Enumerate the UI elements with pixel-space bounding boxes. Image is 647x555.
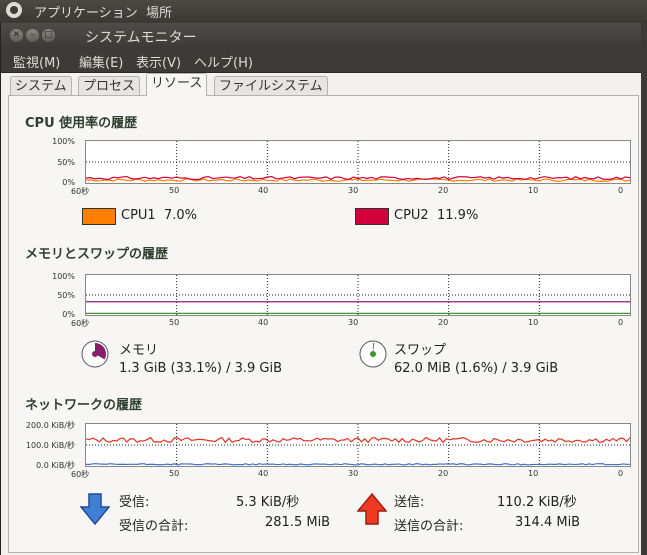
network-history-graph (85, 423, 631, 467)
receive-total-value: 281.5 MiB (265, 515, 331, 530)
cpu2-color-swatch[interactable] (355, 208, 389, 225)
memory-label: メモリ (119, 343, 159, 358)
cpu1-label: CPU1 (121, 208, 156, 223)
resources-panel: CPU 使用率の履歴 100% 50% 0% 60秒 50 40 30 20 1… (8, 95, 639, 553)
tab-filesystems[interactable]: ファイルシステム (214, 76, 328, 96)
menu-view[interactable]: 表示(V) (136, 52, 181, 71)
mem-x-tick: 40 (258, 318, 269, 327)
menu-bar: 監視(M) 編集(E) 表示(V) ヘルプ(H) (1, 48, 641, 73)
mem-y-tick: 100% (52, 272, 75, 281)
send-total-value: 314.4 MiB (515, 515, 581, 530)
network-history-title: ネットワークの履歴 (25, 398, 143, 413)
cpu-y-tick: 50% (57, 158, 75, 167)
cpu-x-tick: 30 (348, 186, 359, 195)
window-title: システムモニター (85, 30, 197, 46)
net-x-tick: 0 (618, 469, 624, 478)
swap-label: スワップ (394, 343, 447, 358)
system-monitor-window: ✕ – □ システムモニター 監視(M) 編集(E) 表示(V) ヘルプ(H) … (0, 23, 641, 555)
pie-center (92, 351, 98, 357)
send-total-label: 送信の合計: (394, 519, 464, 534)
net-x-tick: 30 (348, 469, 359, 478)
net-y-tick: 100.0 KiB/秒 (25, 441, 75, 450)
mem-y-tick: 50% (57, 291, 75, 300)
mem-x-tick: 50 (169, 318, 180, 327)
receive-arrow-icon[interactable] (80, 493, 110, 525)
minimize-icon[interactable]: – (26, 29, 39, 42)
mem-x-tick: 10 (528, 318, 539, 327)
tab-system[interactable]: システム (10, 76, 72, 96)
receive-total-label: 受信の合計: (119, 519, 189, 534)
memory-history-lines (86, 275, 630, 315)
net-x-tick: 40 (258, 469, 269, 478)
cpu2-value: 11.9% (437, 208, 479, 223)
memory-value: 1.3 GiB (33.1%) / 3.9 GiB (119, 361, 283, 376)
cpu-x-tick: 20 (438, 186, 449, 195)
places-menu[interactable]: 場所 (146, 2, 172, 21)
menu-edit[interactable]: 編集(E) (79, 52, 123, 71)
send-label: 送信: (394, 495, 425, 510)
cpu-x-tick: 60秒 (71, 187, 90, 196)
cpu-x-tick: 0 (618, 186, 624, 195)
net-x-tick: 20 (438, 469, 449, 478)
net-x-tick: 50 (169, 469, 180, 478)
cpu1-value: 7.0% (164, 208, 198, 223)
cpu-y-tick: 0% (62, 178, 75, 187)
net-y-tick: 0.0 KiB/秒 (36, 461, 75, 470)
cpu2-label: CPU2 (394, 208, 429, 223)
cpu-x-tick: 40 (258, 186, 269, 195)
cpu-y-tick: 100% (52, 137, 75, 146)
cpu-history-title: CPU 使用率の履歴 (25, 116, 138, 131)
memory-history-graph (85, 274, 631, 316)
menu-help[interactable]: ヘルプ(H) (194, 52, 253, 71)
memory-history-title: メモリとスワップの履歴 (25, 247, 169, 262)
mem-y-tick: 0% (62, 310, 75, 319)
tab-resources[interactable]: リソース (146, 73, 208, 96)
mem-x-tick: 30 (348, 318, 359, 327)
mem-x-tick: 60秒 (71, 319, 90, 328)
memory-usage-pie-icon[interactable] (80, 339, 110, 369)
tab-bar: システム プロセス リソース ファイルシステム (1, 73, 641, 96)
swap-value: 62.0 MiB (1.6%) / 3.9 GiB (394, 361, 559, 376)
title-bar: ✕ – □ システムモニター (1, 23, 641, 48)
cpu-history-lines (86, 141, 630, 183)
pie-center (370, 351, 376, 357)
tab-processes[interactable]: プロセス (78, 76, 141, 96)
network-history-lines (86, 424, 630, 466)
mem-x-tick: 0 (618, 318, 624, 327)
cpu1-color-swatch[interactable] (82, 208, 116, 225)
net-y-tick: 200.0 KiB/秒 (25, 421, 75, 430)
receive-rate: 5.3 KiB/秒 (236, 495, 300, 510)
menu-monitor[interactable]: 監視(M) (13, 52, 60, 71)
cpu-history-graph (85, 140, 631, 184)
net-x-tick: 60秒 (71, 470, 90, 479)
applications-menu[interactable]: アプリケーション (34, 2, 138, 21)
ubuntu-logo-icon[interactable] (6, 2, 22, 18)
cpu-x-tick: 50 (169, 186, 180, 195)
mem-x-tick: 20 (438, 318, 449, 327)
net-x-tick: 10 (528, 469, 539, 478)
send-arrow-icon[interactable] (357, 493, 387, 525)
maximize-icon[interactable]: □ (42, 29, 55, 42)
receive-label: 受信: (119, 495, 150, 510)
send-rate: 110.2 KiB/秒 (497, 495, 577, 510)
close-icon[interactable]: ✕ (10, 29, 23, 42)
swap-usage-pie-icon[interactable] (358, 339, 388, 369)
top-panel: アプリケーション 場所 (0, 0, 647, 22)
cpu-x-tick: 10 (528, 186, 539, 195)
